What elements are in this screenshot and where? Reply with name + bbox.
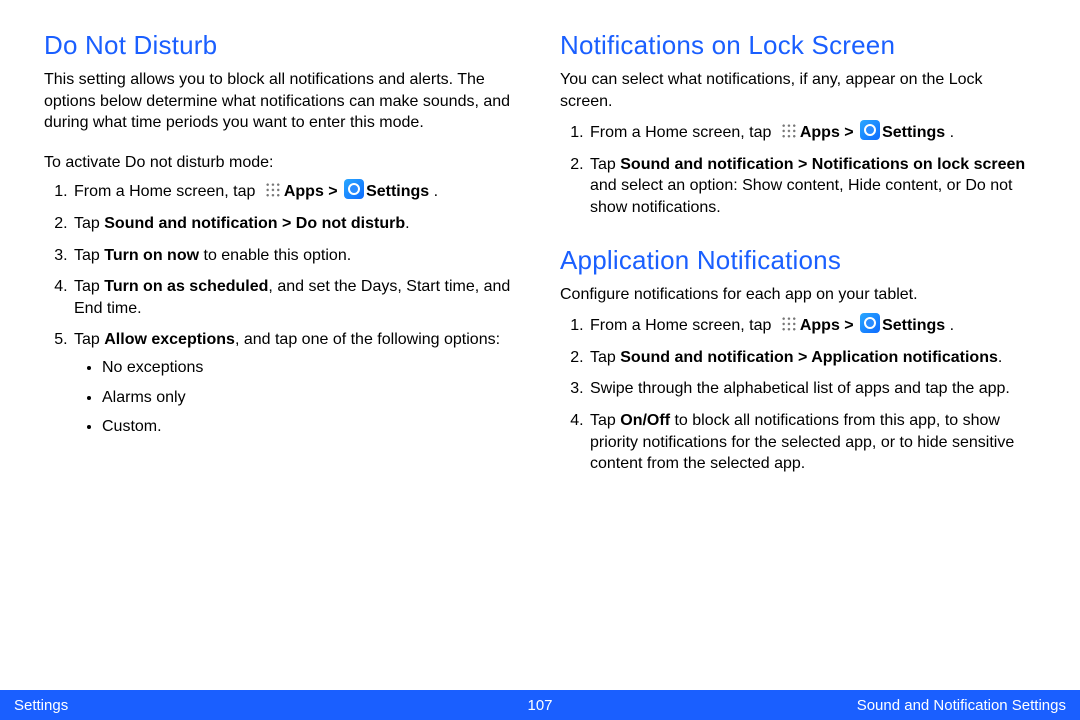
step-item: Tap Turn on now to enable this option. [72, 245, 520, 267]
settings-icon [344, 179, 364, 199]
steps-list: From a Home screen, tap Apps > Settings … [560, 313, 1036, 475]
section-lock-screen: Notifications on Lock Screen You can sel… [560, 30, 1036, 219]
gt-separator: > [840, 124, 858, 141]
step-text: Tap [590, 156, 620, 173]
step-bold: Allow exceptions [104, 331, 235, 348]
section-intro: This setting allows you to block all not… [44, 69, 520, 134]
right-column: Notifications on Lock Screen You can sel… [560, 30, 1036, 501]
gt-separator: > [840, 317, 858, 334]
apps-label: Apps [800, 124, 840, 141]
step-text: From a Home screen, tap [590, 124, 776, 141]
section-leadin: To activate Do not disturb mode: [44, 152, 520, 174]
section-intro: Configure notifications for each app on … [560, 284, 1036, 306]
step-item: Tap On/Off to block all notifications fr… [588, 410, 1036, 475]
step-bold: Sound and notification > Application not… [620, 349, 998, 366]
apps-label: Apps [800, 317, 840, 334]
content-columns: Do Not Disturb This setting allows you t… [0, 0, 1080, 501]
step-text: Tap [590, 412, 620, 429]
step-text: to enable this option. [199, 247, 351, 264]
steps-list: From a Home screen, tap Apps > Settings … [44, 179, 520, 437]
step-bold: Sound and notification > Do not disturb [104, 215, 405, 232]
apps-icon [778, 120, 798, 140]
step-text: Tap [74, 215, 104, 232]
step-item: Tap Sound and notification > Application… [588, 347, 1036, 369]
step-bold: Turn on now [104, 247, 199, 264]
step-text: From a Home screen, tap [590, 317, 776, 334]
left-column: Do Not Disturb This setting allows you t… [44, 30, 520, 501]
bullet-list: No exceptions Alarms only Custom. [74, 357, 520, 438]
manual-page: Do Not Disturb This setting allows you t… [0, 0, 1080, 720]
section-intro: You can select what notifications, if an… [560, 69, 1036, 112]
step-item: Tap Turn on as scheduled, and set the Da… [72, 276, 520, 319]
settings-icon [860, 313, 880, 333]
steps-list: From a Home screen, tap Apps > Settings … [560, 120, 1036, 218]
step-text: . [429, 183, 438, 200]
step-item: Tap Sound and notification > Do not dist… [72, 213, 520, 235]
step-bold: Turn on as scheduled [104, 278, 268, 295]
settings-label: Settings [366, 183, 429, 200]
apps-icon [262, 179, 282, 199]
step-item: From a Home screen, tap Apps > Settings … [588, 120, 1036, 144]
section-app-notifications: Application Notifications Configure noti… [560, 245, 1036, 475]
step-text: , and tap one of the following options: [235, 331, 500, 348]
bullet-item: No exceptions [102, 357, 520, 379]
step-bold: Sound and notification > Notifications o… [620, 156, 1025, 173]
step-text: Tap [74, 278, 104, 295]
apps-icon [778, 313, 798, 333]
step-text: . [405, 215, 409, 232]
step-text: . [945, 317, 954, 334]
step-item: Tap Sound and notification > Notificatio… [588, 154, 1036, 219]
section-title: Do Not Disturb [44, 30, 520, 61]
step-bold: On/Off [620, 412, 670, 429]
settings-label: Settings [882, 124, 945, 141]
step-item: From a Home screen, tap Apps > Settings … [72, 179, 520, 203]
bullet-item: Alarms only [102, 387, 520, 409]
step-item: Swipe through the alphabetical list of a… [588, 378, 1036, 400]
settings-label: Settings [882, 317, 945, 334]
step-item: From a Home screen, tap Apps > Settings … [588, 313, 1036, 337]
bullet-item: Custom. [102, 416, 520, 438]
footer-page-number: 107 [527, 697, 552, 714]
step-item: Tap Allow exceptions, and tap one of the… [72, 329, 520, 437]
section-do-not-disturb: Do Not Disturb This setting allows you t… [44, 30, 520, 438]
section-title: Notifications on Lock Screen [560, 30, 1036, 61]
step-text: Tap [590, 349, 620, 366]
footer-left: Settings [14, 697, 68, 714]
step-text: Tap [74, 247, 104, 264]
apps-label: Apps [284, 183, 324, 200]
page-footer: Settings 107 Sound and Notification Sett… [0, 690, 1080, 720]
step-text: and select an option: Show content, Hide… [590, 177, 1013, 216]
section-title: Application Notifications [560, 245, 1036, 276]
footer-right: Sound and Notification Settings [857, 697, 1066, 714]
gt-separator: > [324, 183, 342, 200]
step-text: . [998, 349, 1002, 366]
settings-icon [860, 120, 880, 140]
step-text: Tap [74, 331, 104, 348]
step-text: From a Home screen, tap [74, 183, 260, 200]
step-text: . [945, 124, 954, 141]
